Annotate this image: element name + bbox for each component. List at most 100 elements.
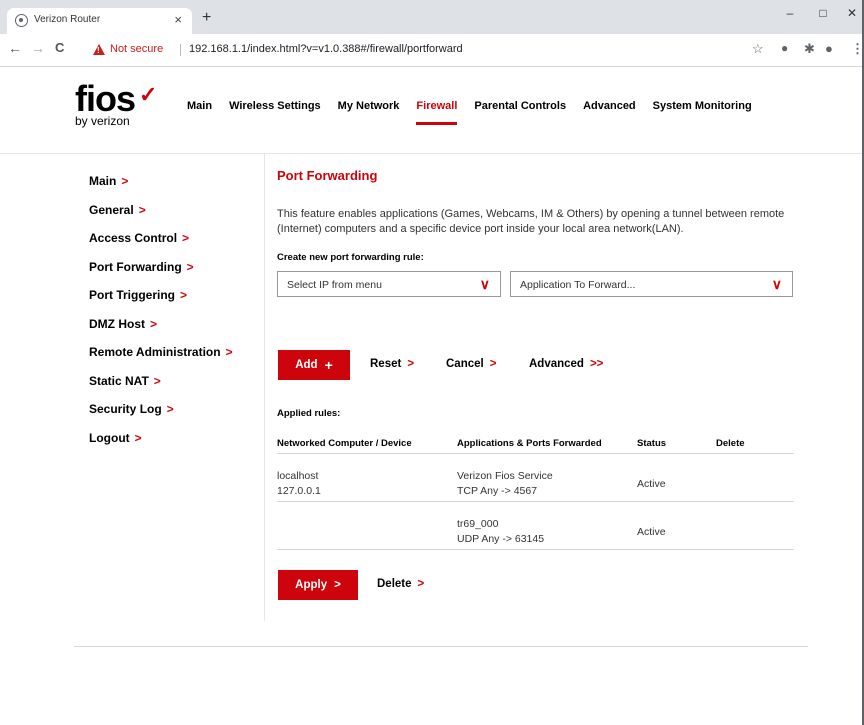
chevron-right-icon: >	[138, 202, 146, 217]
browser-tab[interactable]: Verizon Router ×	[7, 8, 192, 34]
sidebar-item-port-triggering[interactable]: Port Triggering >	[89, 288, 233, 317]
forward-button[interactable]: →	[31, 40, 45, 56]
maximize-button[interactable]: □	[816, 6, 830, 20]
chevron-right-icon: >	[489, 358, 497, 370]
sidebar-item-label: General	[89, 202, 134, 217]
application-select-value: Application To Forward...	[520, 279, 636, 291]
add-button[interactable]: Add +	[278, 350, 350, 380]
address-bar[interactable]: Not secure 192.168.1.1/index.html?v=v1.0…	[93, 38, 773, 62]
port-mapping: TCP Any -> 4567	[457, 485, 538, 497]
chevron-right-icon: >	[153, 373, 161, 388]
sidebar-item-label: Access Control	[89, 231, 178, 245]
nav-my-network[interactable]: My Network	[338, 100, 400, 112]
sidebar-item-static-nat[interactable]: Static NAT >	[89, 374, 233, 403]
url-text[interactable]: 192.168.1.1/index.html?v=v1.0.388#/firew…	[189, 43, 463, 55]
nav-wireless-settings[interactable]: Wireless Settings	[229, 100, 321, 112]
logo-brand: fios	[75, 78, 136, 119]
extension-dot-icon[interactable]: ●	[781, 41, 788, 55]
browser-toolbar: ← → C Not secure 192.168.1.1/index.html?…	[0, 34, 864, 67]
not-secure-label[interactable]: Not secure	[110, 43, 163, 55]
rules-table: Networked Computer / Device Applications…	[277, 432, 794, 550]
rules-table-header: Networked Computer / Device Applications…	[277, 432, 794, 454]
chevron-right-icon: >	[182, 231, 190, 245]
reload-button[interactable]: C	[55, 40, 64, 55]
page-title: Port Forwarding	[277, 168, 378, 183]
checkmark-icon: ✓	[139, 82, 158, 107]
device-name: localhost	[277, 470, 319, 482]
address-divider	[180, 44, 181, 56]
chevron-right-icon: >	[186, 259, 194, 274]
chevron-right-icon: >	[180, 288, 188, 302]
window-close-button[interactable]: ✕	[845, 6, 859, 20]
profile-icon[interactable]: ●	[825, 41, 833, 56]
sidebar-item-label: Security Log	[89, 402, 162, 416]
tab-close-icon[interactable]: ×	[174, 12, 182, 27]
chevron-right-icon: >	[166, 402, 174, 416]
chevron-right-icon: >	[134, 430, 142, 445]
apply-button[interactable]: Apply >	[278, 570, 358, 600]
application-name: tr69_000	[457, 518, 499, 530]
back-button[interactable]: ←	[8, 40, 22, 56]
sidebar-item-remote-administration[interactable]: Remote Administration >	[89, 345, 233, 374]
main-nav: Main Wireless Settings My Network Firewa…	[187, 100, 769, 125]
sidebar-item-label: Logout	[89, 430, 130, 445]
reset-button[interactable]: Reset >	[370, 358, 414, 370]
sidebar-item-label: Main	[89, 174, 117, 188]
delete-label: Delete	[377, 578, 412, 590]
sidebar-item-dmz-host[interactable]: DMZ Host >	[89, 317, 233, 346]
double-chevron-right-icon: >>	[589, 358, 604, 370]
footer-divider	[74, 646, 808, 647]
tab-title: Verizon Router	[34, 14, 101, 25]
application-select[interactable]: Application To Forward... ∨	[510, 271, 793, 297]
nav-parental-controls[interactable]: Parental Controls	[474, 100, 566, 112]
cancel-label: Cancel	[446, 358, 484, 370]
chevron-right-icon: >	[121, 174, 129, 188]
sidebar-item-label: Port Forwarding	[89, 259, 182, 274]
nav-main[interactable]: Main	[187, 100, 212, 112]
sidebar-item-access-control[interactable]: Access Control >	[89, 231, 233, 260]
sidebar-item-security-log[interactable]: Security Log >	[89, 402, 233, 431]
reset-label: Reset	[370, 358, 402, 370]
new-tab-button[interactable]: +	[202, 10, 211, 26]
sidebar-item-logout[interactable]: Logout >	[89, 431, 233, 460]
cancel-button[interactable]: Cancel >	[446, 358, 496, 370]
extensions-puzzle-icon[interactable]: ✱	[804, 41, 815, 57]
sidebar-item-general[interactable]: General >	[89, 203, 233, 232]
add-label: Add	[295, 359, 318, 371]
bookmark-star-icon[interactable]: ☆	[752, 41, 764, 57]
chevron-down-icon: ∨	[479, 276, 490, 292]
sidebar-item-label: Static NAT	[89, 373, 149, 388]
delete-button[interactable]: Delete >	[377, 578, 424, 590]
warning-icon	[93, 44, 105, 55]
nav-system-monitoring[interactable]: System Monitoring	[653, 100, 752, 112]
ip-select[interactable]: Select IP from menu ∨	[277, 271, 501, 297]
page-description: This feature enables applications (Games…	[277, 208, 785, 235]
table-row: tr69_000 UDP Any -> 63145 Active	[277, 502, 794, 550]
chevron-down-icon: ∨	[771, 276, 782, 292]
chevron-right-icon: >	[225, 345, 233, 359]
column-header-applications: Applications & Ports Forwarded	[457, 438, 602, 449]
advanced-label: Advanced	[529, 358, 584, 370]
port-mapping: UDP Any -> 63145	[457, 533, 545, 545]
page-header: fios ✓ by verizon Main Wireless Settings…	[0, 68, 864, 154]
sidebar-item-main[interactable]: Main >	[89, 174, 233, 203]
sidebar-item-port-forwarding[interactable]: Port Forwarding >	[89, 260, 233, 289]
device-ip: 127.0.0.1	[277, 485, 321, 497]
main-content: Port Forwarding This feature enables app…	[264, 154, 809, 621]
nav-firewall[interactable]: Firewall	[416, 100, 457, 125]
minimize-button[interactable]: –	[783, 6, 797, 20]
create-rule-label: Create new port forwarding rule:	[277, 252, 424, 263]
status-value: Active	[637, 478, 666, 490]
apply-label: Apply	[295, 579, 328, 591]
chevron-right-icon: >	[150, 316, 158, 331]
chevron-right-icon: >	[407, 358, 415, 370]
ip-select-value: Select IP from menu	[287, 279, 382, 291]
sidebar: Main > General > Access Control > Port Forw…	[89, 174, 233, 459]
chevron-right-icon: >	[417, 578, 425, 590]
sidebar-item-label: DMZ Host	[89, 316, 145, 331]
chevron-right-icon: >	[334, 579, 341, 591]
nav-advanced[interactable]: Advanced	[583, 100, 636, 112]
sidebar-item-label: Remote Administration	[89, 345, 221, 359]
fios-logo[interactable]: fios ✓ by verizon	[75, 78, 157, 129]
advanced-button[interactable]: Advanced >>	[529, 358, 603, 370]
